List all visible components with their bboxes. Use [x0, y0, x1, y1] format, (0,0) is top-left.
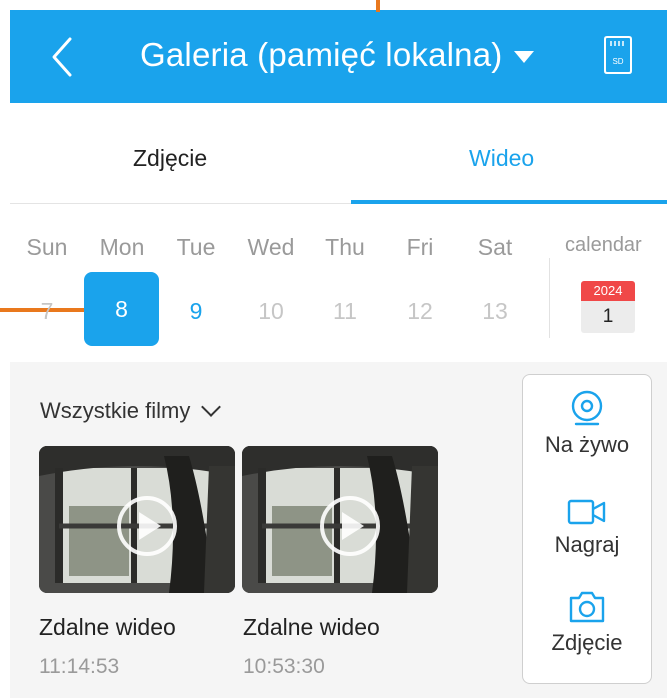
camera-frame-image-1	[39, 446, 235, 593]
back-arrow-icon[interactable]	[46, 35, 80, 79]
filter-label: Wszystkie filmy	[40, 398, 191, 423]
live-view-label: Na żywo	[544, 432, 630, 457]
annotation-line-top	[376, 0, 380, 12]
chevron-down-icon	[201, 397, 222, 417]
weekday-sat: Sat	[477, 234, 513, 260]
action-side-panel: Na żywo Nagraj Zdjęcie	[522, 374, 652, 684]
video-filter-dropdown[interactable]: Wszystkie filmy	[40, 397, 222, 424]
page-title: Galeria (pamięć lokalna)	[140, 36, 503, 73]
app-header: Galeria (pamięć lokalna) SD	[10, 10, 667, 103]
live-camera-icon	[571, 390, 603, 426]
calendar-year: 2024	[581, 281, 635, 301]
video-time-1: 11:14:53	[39, 655, 120, 678]
weekday-sun: Sun	[26, 234, 68, 260]
date-10: 10	[258, 298, 284, 324]
date-9[interactable]: 9	[161, 298, 231, 325]
date-7: 7	[40, 298, 54, 324]
sd-card-icon[interactable]: SD	[604, 35, 632, 75]
camera-frame-image-2	[242, 446, 438, 593]
media-tabs: Zdjęcie Wideo	[10, 103, 667, 205]
calendar-separator	[549, 258, 550, 338]
calendar-day: 1	[581, 301, 635, 333]
video-thumbnail-1[interactable]	[39, 446, 235, 593]
weekday-wed: Wed	[247, 234, 295, 260]
active-tab-indicator	[351, 200, 667, 204]
tab-photos[interactable]: Zdjęcie	[133, 145, 207, 172]
weekday-fri: Fri	[406, 234, 434, 260]
calendar-icon[interactable]: 2024 1	[581, 281, 635, 333]
weekday-thu: Thu	[325, 234, 365, 260]
video-title-2: Zdalne wideo	[243, 614, 380, 640]
dropdown-caret-icon	[514, 51, 535, 63]
snapshot-button[interactable]: Zdjęcie	[523, 589, 651, 656]
snapshot-camera-icon	[569, 591, 605, 623]
record-button[interactable]: Nagraj	[523, 497, 651, 558]
calendar-label: calendar	[565, 234, 642, 256]
weekday-tue: Tue	[176, 234, 216, 260]
date-8-selected[interactable]: 8	[84, 272, 159, 346]
video-thumbnail-2[interactable]	[242, 446, 438, 593]
video-time-2: 10:53:30	[243, 655, 325, 678]
weekday-mon: Mon	[99, 234, 145, 260]
date-11: 11	[333, 298, 357, 324]
tab-videos[interactable]: Wideo	[469, 145, 534, 172]
live-view-button[interactable]: Na żywo	[523, 389, 651, 458]
video-record-icon	[567, 499, 606, 525]
date-13: 13	[482, 298, 508, 324]
date-12: 12	[407, 298, 433, 324]
snapshot-label: Zdjęcie	[551, 630, 623, 655]
sd-label: SD	[612, 57, 623, 66]
record-label: Nagraj	[554, 532, 620, 557]
video-title-1: Zdalne wideo	[39, 614, 176, 640]
gallery-source-dropdown[interactable]: Galeria (pamięć lokalna)	[140, 36, 535, 74]
